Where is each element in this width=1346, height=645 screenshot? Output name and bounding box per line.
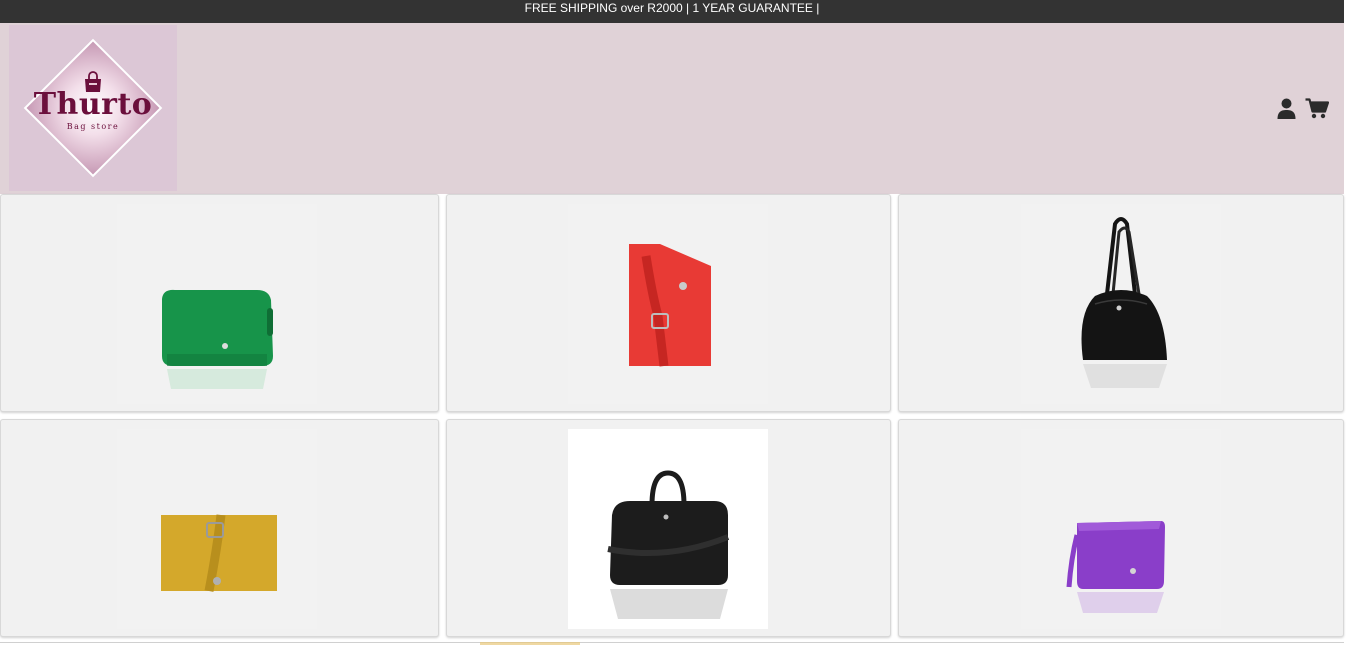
product-image-mustard-bag-closeup[interactable] (117, 429, 317, 629)
product-image-black-laptop-bag[interactable] (568, 429, 768, 629)
brand-tagline: Bag store (66, 122, 120, 131)
brand-logo[interactable]: Thurto Bag store (9, 25, 177, 191)
product-card[interactable] (446, 419, 891, 637)
product-image-red-bag-closeup[interactable] (568, 204, 768, 404)
product-image-green-crossbody-bag[interactable] (117, 204, 317, 404)
product-card[interactable] (898, 194, 1344, 412)
brand-name: Thurto (33, 87, 153, 122)
user-icon[interactable] (1277, 98, 1296, 119)
product-card[interactable] (898, 419, 1344, 637)
product-image-purple-crossbody-bag[interactable] (1021, 429, 1221, 629)
product-card[interactable] (0, 194, 439, 412)
site-header: Thurto Bag store (0, 23, 1344, 194)
product-card[interactable] (446, 194, 891, 412)
announcement-bar: FREE SHIPPING over R2000 | 1 YEAR GUARAN… (0, 0, 1344, 23)
announcement-text: FREE SHIPPING over R2000 | 1 YEAR GUARAN… (524, 1, 820, 15)
divider (0, 642, 1344, 643)
product-card[interactable] (0, 419, 439, 637)
cart-icon[interactable] (1305, 98, 1329, 119)
product-image-black-shoulder-bag[interactable] (1021, 204, 1221, 404)
